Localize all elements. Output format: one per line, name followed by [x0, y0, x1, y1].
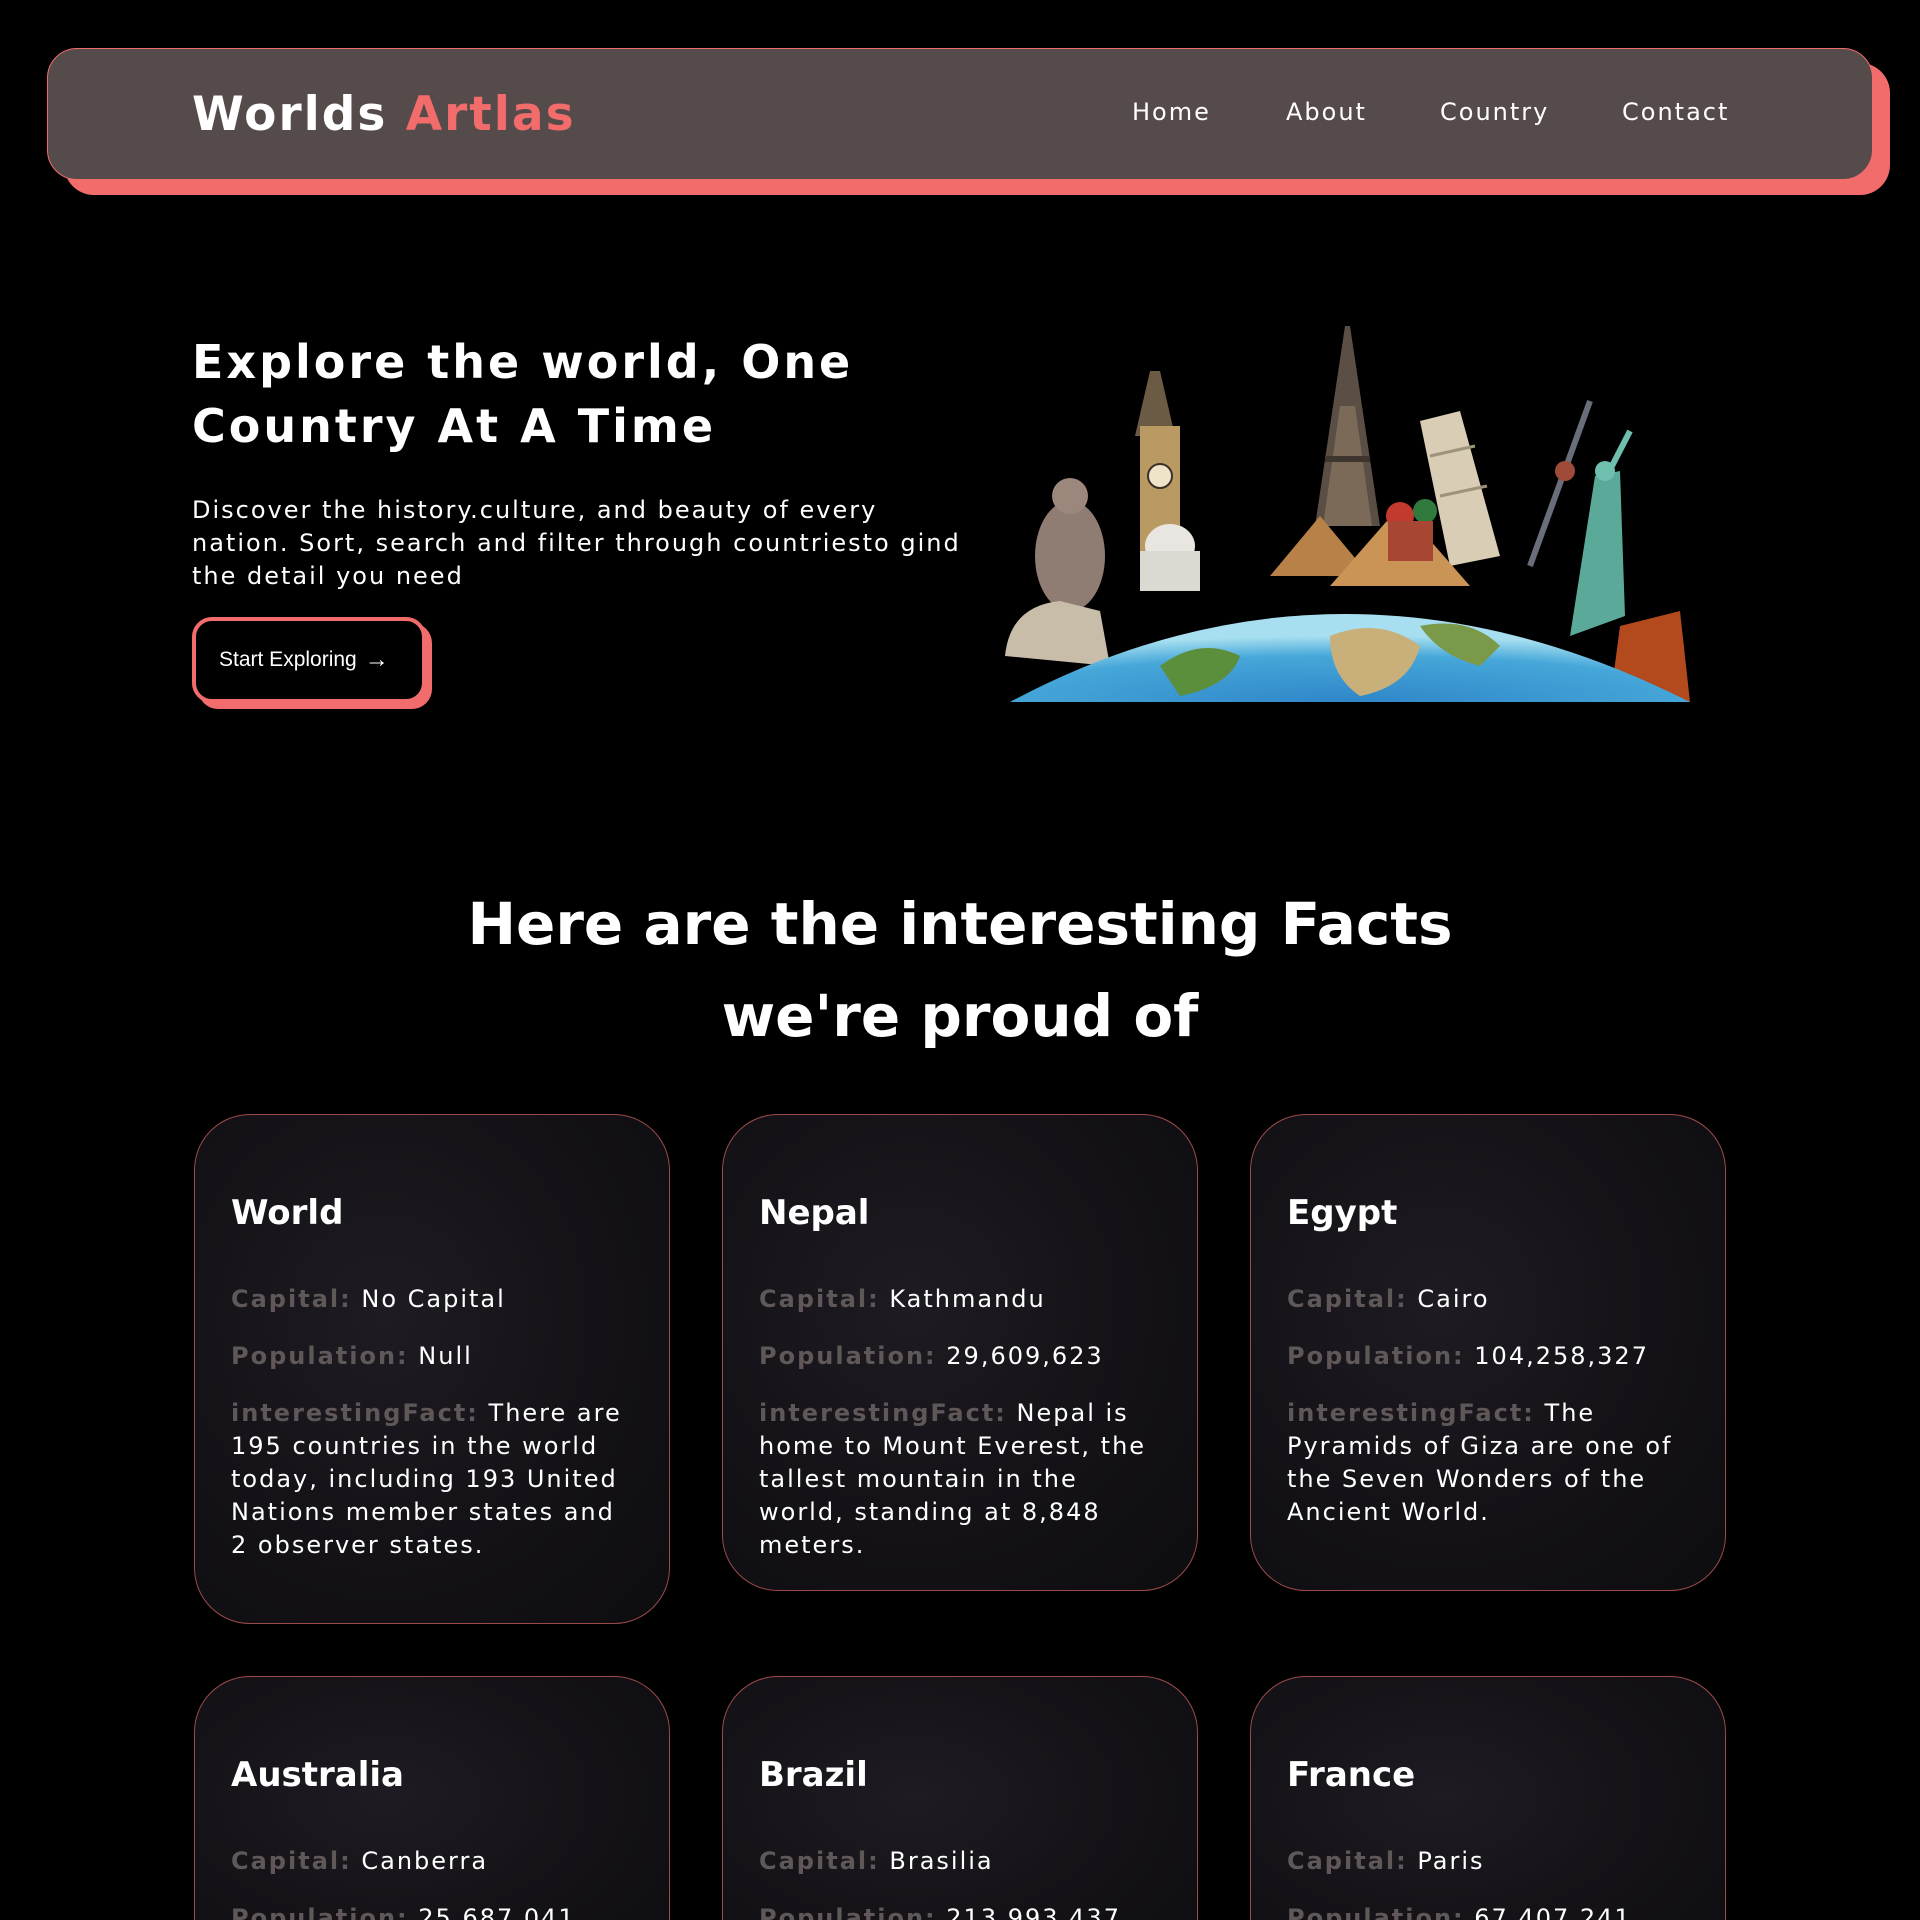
capital-value: Canberra	[361, 1847, 489, 1875]
nav-link-contact[interactable]: Contact	[1622, 97, 1729, 127]
capital-value: No Capital	[361, 1285, 506, 1313]
card-country-name: Australia	[231, 1755, 404, 1795]
capital-value: Kathmandu	[889, 1285, 1046, 1313]
card-country-name: World	[231, 1193, 344, 1233]
card-capital: Capital: Brasilia	[759, 1845, 1169, 1878]
population-label: Population:	[759, 1342, 937, 1370]
country-card[interactable]: Nepal Capital: Kathmandu Population: 29,…	[722, 1114, 1198, 1591]
capital-value: Paris	[1417, 1847, 1485, 1875]
eiffel-tower-icon	[1315, 326, 1380, 526]
population-value: 25,687,041	[418, 1904, 576, 1920]
colosseum-icon	[1005, 601, 1110, 666]
fact-label: interestingFact:	[759, 1399, 1007, 1427]
start-exploring-wrapper: Start Exploring →	[192, 617, 432, 709]
arrow-right-icon: →	[364, 646, 389, 673]
population-value: Null	[418, 1342, 473, 1370]
population-label: Population:	[759, 1904, 937, 1920]
population-value: 67,407,241	[1474, 1904, 1632, 1920]
card-fact: interestingFact: The Pyramids of Giza ar…	[1287, 1397, 1697, 1529]
card-fact: interestingFact: Nepal is home to Mount …	[759, 1397, 1169, 1562]
brand-logo[interactable]: Worlds Artlas	[192, 87, 576, 143]
brand-part2: Artlas	[405, 87, 576, 142]
section-title-line1: Here are the interesting Facts	[467, 890, 1453, 958]
fact-label: interestingFact:	[231, 1399, 479, 1427]
card-fact: interestingFact: There are 195 countries…	[231, 1397, 641, 1562]
card-country-name: France	[1287, 1755, 1416, 1795]
population-label: Population:	[231, 1342, 409, 1370]
card-country-name: Egypt	[1287, 1193, 1398, 1233]
hero-title: Explore the world, One Country At A Time	[192, 335, 854, 453]
population-label: Population:	[1287, 1904, 1465, 1920]
country-card[interactable]: Egypt Capital: Cairo Population: 104,258…	[1250, 1114, 1726, 1591]
nav-link-country[interactable]: Country	[1440, 97, 1549, 127]
nav-link-about[interactable]: About	[1286, 97, 1367, 127]
header: Worlds Artlas Home About Country Contact	[47, 48, 1890, 195]
population-label: Population:	[1287, 1342, 1465, 1370]
statue-of-liberty-icon	[1570, 429, 1633, 636]
card-capital: Capital: Paris	[1287, 1845, 1697, 1878]
facts-section-title: Here are the interesting Facts we're pro…	[460, 878, 1460, 1062]
population-value: 213,993,437	[946, 1904, 1121, 1920]
card-country-name: Brazil	[759, 1755, 868, 1795]
card-capital: Capital: Cairo	[1287, 1283, 1697, 1316]
navbar: Worlds Artlas Home About Country Contact	[47, 48, 1873, 180]
fact-label: interestingFact:	[1287, 1399, 1535, 1427]
population-value: 104,258,327	[1474, 1342, 1649, 1370]
nav-link-home[interactable]: Home	[1132, 97, 1211, 127]
section-title-line2: we're proud of	[721, 982, 1199, 1050]
card-population: Population: 213,993,437	[759, 1902, 1169, 1920]
capital-value: Cairo	[1417, 1285, 1490, 1313]
cta-label: Start Exploring	[219, 648, 357, 671]
brand-part1: Worlds	[192, 87, 388, 142]
card-population: Population: 29,609,623	[759, 1340, 1169, 1373]
card-population: Population: 104,258,327	[1287, 1340, 1697, 1373]
card-capital: Capital: Kathmandu	[759, 1283, 1169, 1316]
capital-label: Capital:	[231, 1847, 352, 1875]
country-card[interactable]: France Capital: Paris Population: 67,407…	[1250, 1676, 1726, 1920]
country-card[interactable]: Australia Capital: Canberra Population: …	[194, 1676, 670, 1920]
country-card[interactable]: Brazil Capital: Brasilia Population: 213…	[722, 1676, 1198, 1920]
start-exploring-button[interactable]: Start Exploring →	[192, 617, 426, 703]
capital-value: Brasilia	[889, 1847, 994, 1875]
card-capital: Capital: No Capital	[231, 1283, 641, 1316]
capital-label: Capital:	[759, 1847, 880, 1875]
capital-label: Capital:	[231, 1285, 352, 1313]
world-landmarks-illustration	[1005, 326, 1690, 702]
population-label: Population:	[231, 1904, 409, 1920]
buddha-statue-icon	[1035, 478, 1105, 611]
hero-description: Discover the history.culture, and beauty…	[192, 496, 961, 590]
capital-label: Capital:	[759, 1285, 880, 1313]
tv-tower-icon	[1527, 399, 1593, 568]
country-card[interactable]: World Capital: No Capital Population: Nu…	[194, 1114, 670, 1624]
st-basils-icon	[1386, 499, 1437, 561]
population-value: 29,609,623	[946, 1342, 1104, 1370]
card-population: Population: Null	[231, 1340, 641, 1373]
capital-label: Capital:	[1287, 1847, 1408, 1875]
card-country-name: Nepal	[759, 1193, 870, 1233]
card-capital: Capital: Canberra	[231, 1845, 641, 1878]
card-population: Population: 67,407,241	[1287, 1902, 1697, 1920]
card-population: Population: 25,687,041	[231, 1902, 641, 1920]
capital-label: Capital:	[1287, 1285, 1408, 1313]
